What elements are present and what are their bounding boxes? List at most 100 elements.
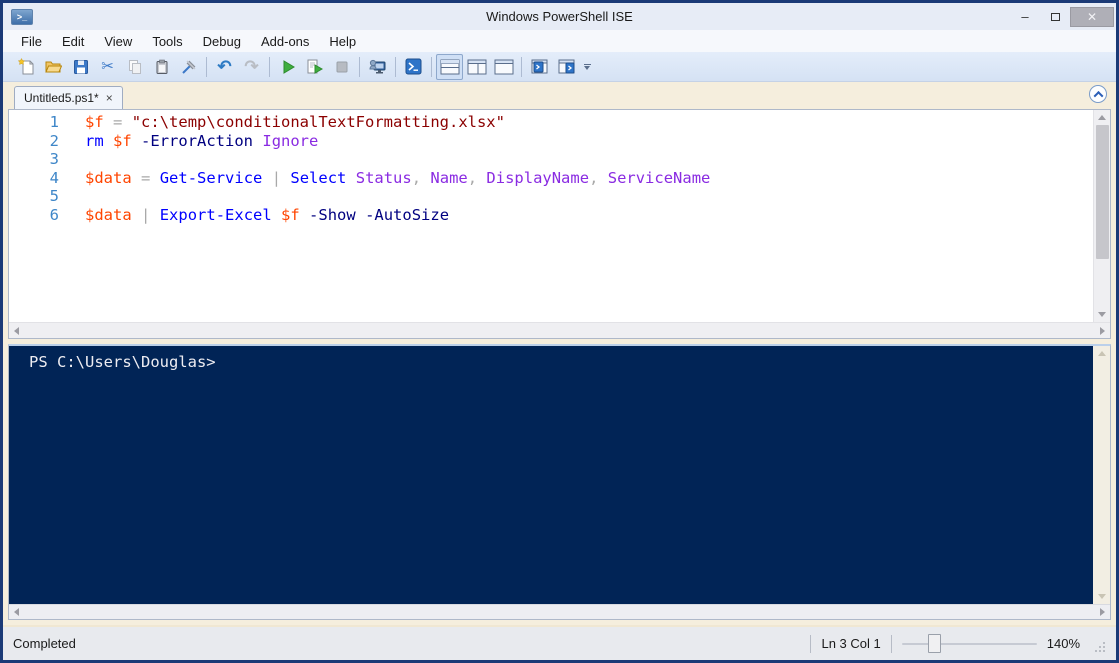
toolbar-separator (431, 56, 432, 77)
clear-squeegee-icon (181, 59, 196, 74)
script-editor-pane: 1 $f = "c:\temp\conditionalTextFormatting… (8, 109, 1111, 339)
menu-file[interactable]: File (13, 32, 50, 51)
close-button[interactable]: ✕ (1070, 6, 1114, 27)
scroll-left-icon[interactable] (14, 608, 19, 616)
code-line[interactable]: 2 rm $f -ErrorAction Ignore (9, 132, 1093, 151)
script-tab[interactable]: Untitled5.ps1* × (14, 86, 123, 109)
open-folder-icon (45, 61, 62, 73)
console-pane: PS C:\Users\Douglas> (8, 344, 1111, 620)
close-icon: ✕ (1086, 9, 1098, 24)
clear-console-pane-button[interactable] (175, 54, 202, 80)
editor-vertical-scrollbar[interactable] (1093, 110, 1110, 322)
line-number: 3 (49, 150, 59, 169)
run-selection-button[interactable] (301, 54, 328, 80)
tabstrip: Untitled5.ps1* × (8, 82, 1111, 109)
save-icon (73, 59, 88, 74)
new-remote-powershell-tab-button[interactable] (364, 54, 391, 80)
code-text: $f = "c:\temp\conditionalTextFormatting.… (85, 113, 505, 131)
redo-icon: ↷ (244, 57, 259, 76)
minimize-button[interactable]: – (1010, 7, 1040, 27)
console-vertical-scrollbar[interactable] (1093, 346, 1110, 604)
maximize-button[interactable] (1040, 7, 1070, 27)
zoom-slider-track[interactable] (901, 642, 1037, 645)
code-text: rm $f -ErrorAction Ignore (85, 131, 319, 150)
stop-icon (336, 61, 347, 72)
menubar: File Edit View Tools Debug Add-ons Help (3, 30, 1116, 52)
console-horizontal-scrollbar[interactable] (9, 604, 1110, 619)
toolbar-separator (521, 56, 522, 77)
code-line[interactable]: 5 (9, 187, 1093, 206)
show-script-pane-right-button[interactable] (463, 54, 490, 80)
powershell-console-icon (405, 58, 422, 75)
toolbar-separator (269, 56, 270, 77)
code-line[interactable]: 6 $data | Export-Excel $f -Show -AutoSize (9, 206, 1093, 225)
zoom-slider[interactable] (901, 634, 1037, 653)
toolbar: ✂ ↶ ↷ (3, 52, 1116, 82)
show-script-pane-maximized-button[interactable] (490, 54, 517, 80)
zoom-slider-thumb[interactable] (927, 634, 941, 653)
code-line[interactable]: 1 $f = "c:\temp\conditionalTextFormatting… (9, 113, 1093, 132)
chevron-up-icon (1093, 90, 1103, 101)
redo-button[interactable]: ↷ (238, 54, 265, 80)
code-lines[interactable]: 1 $f = "c:\temp\conditionalTextFormatting… (9, 110, 1093, 322)
new-script-button[interactable] (13, 54, 40, 80)
scroll-down-icon[interactable] (1098, 312, 1106, 317)
code-text: $data = Get-Service | Select Status, Nam… (85, 168, 711, 187)
menu-view[interactable]: View (96, 32, 140, 51)
menu-add-ons[interactable]: Add-ons (253, 32, 317, 51)
line-number: 5 (49, 187, 59, 206)
maximize-icon (1050, 12, 1060, 21)
show-command-window-button[interactable] (526, 54, 553, 80)
line-number: 1 (49, 113, 59, 131)
statusbar-separator (810, 634, 812, 653)
toolbar-separator (206, 56, 207, 77)
code-text: $data | Export-Excel $f -Show -AutoSize (85, 205, 450, 224)
tab-close-icon[interactable]: × (106, 92, 113, 104)
resize-grip-icon[interactable] (1094, 641, 1106, 653)
undo-icon: ↶ (217, 57, 232, 76)
toolbar-separator (359, 56, 360, 77)
save-button[interactable] (67, 54, 94, 80)
toolbar-separator (395, 56, 396, 77)
open-script-button[interactable] (40, 54, 67, 80)
minimize-icon: – (1021, 9, 1029, 24)
console-prompt[interactable]: PS C:\Users\Douglas> (9, 346, 1093, 604)
statusbar-right: Ln 3 Col 1 140% (810, 634, 1106, 653)
menu-tools[interactable]: Tools (144, 32, 190, 51)
remote-computer-icon (368, 59, 385, 74)
line-number: 4 (49, 168, 59, 187)
show-script-pane-top-button[interactable] (436, 53, 463, 80)
script-pane-maximized-icon (494, 59, 513, 74)
script-pane-top-icon (440, 59, 459, 74)
new-file-icon (18, 58, 34, 75)
editor-vscroll-thumb[interactable] (1095, 125, 1109, 259)
scroll-right-icon[interactable] (1100, 608, 1105, 616)
scroll-up-icon[interactable] (1098, 115, 1106, 120)
cut-button[interactable]: ✂ (94, 54, 121, 80)
code-line[interactable]: 3 (9, 150, 1093, 169)
paste-button[interactable] (148, 54, 175, 80)
copy-button[interactable] (121, 54, 148, 80)
scroll-down-icon[interactable] (1097, 594, 1106, 599)
show-command-addon-button[interactable] (553, 54, 580, 80)
menu-edit[interactable]: Edit (54, 32, 92, 51)
menu-help[interactable]: Help (321, 32, 364, 51)
toolbar-overflow-button[interactable] (580, 55, 594, 79)
collapse-script-pane-button[interactable] (1089, 85, 1107, 103)
editor-horizontal-scrollbar[interactable] (9, 322, 1110, 338)
scroll-right-icon[interactable] (1100, 326, 1105, 335)
overflow-bar-icon (583, 63, 591, 65)
code-line[interactable]: 4 $data = Get-Service | Select Status, Na… (9, 169, 1093, 188)
scroll-up-icon[interactable] (1097, 351, 1106, 356)
run-script-button[interactable] (274, 54, 301, 80)
undo-button[interactable]: ↶ (211, 54, 238, 80)
scroll-left-icon[interactable] (14, 326, 19, 335)
stop-operation-button[interactable] (328, 54, 355, 80)
chevron-down-icon (584, 65, 590, 70)
status-message: Completed (13, 636, 76, 651)
run-selection-icon (307, 59, 323, 74)
menu-debug[interactable]: Debug (195, 32, 249, 51)
start-powershell-button[interactable] (400, 54, 427, 80)
